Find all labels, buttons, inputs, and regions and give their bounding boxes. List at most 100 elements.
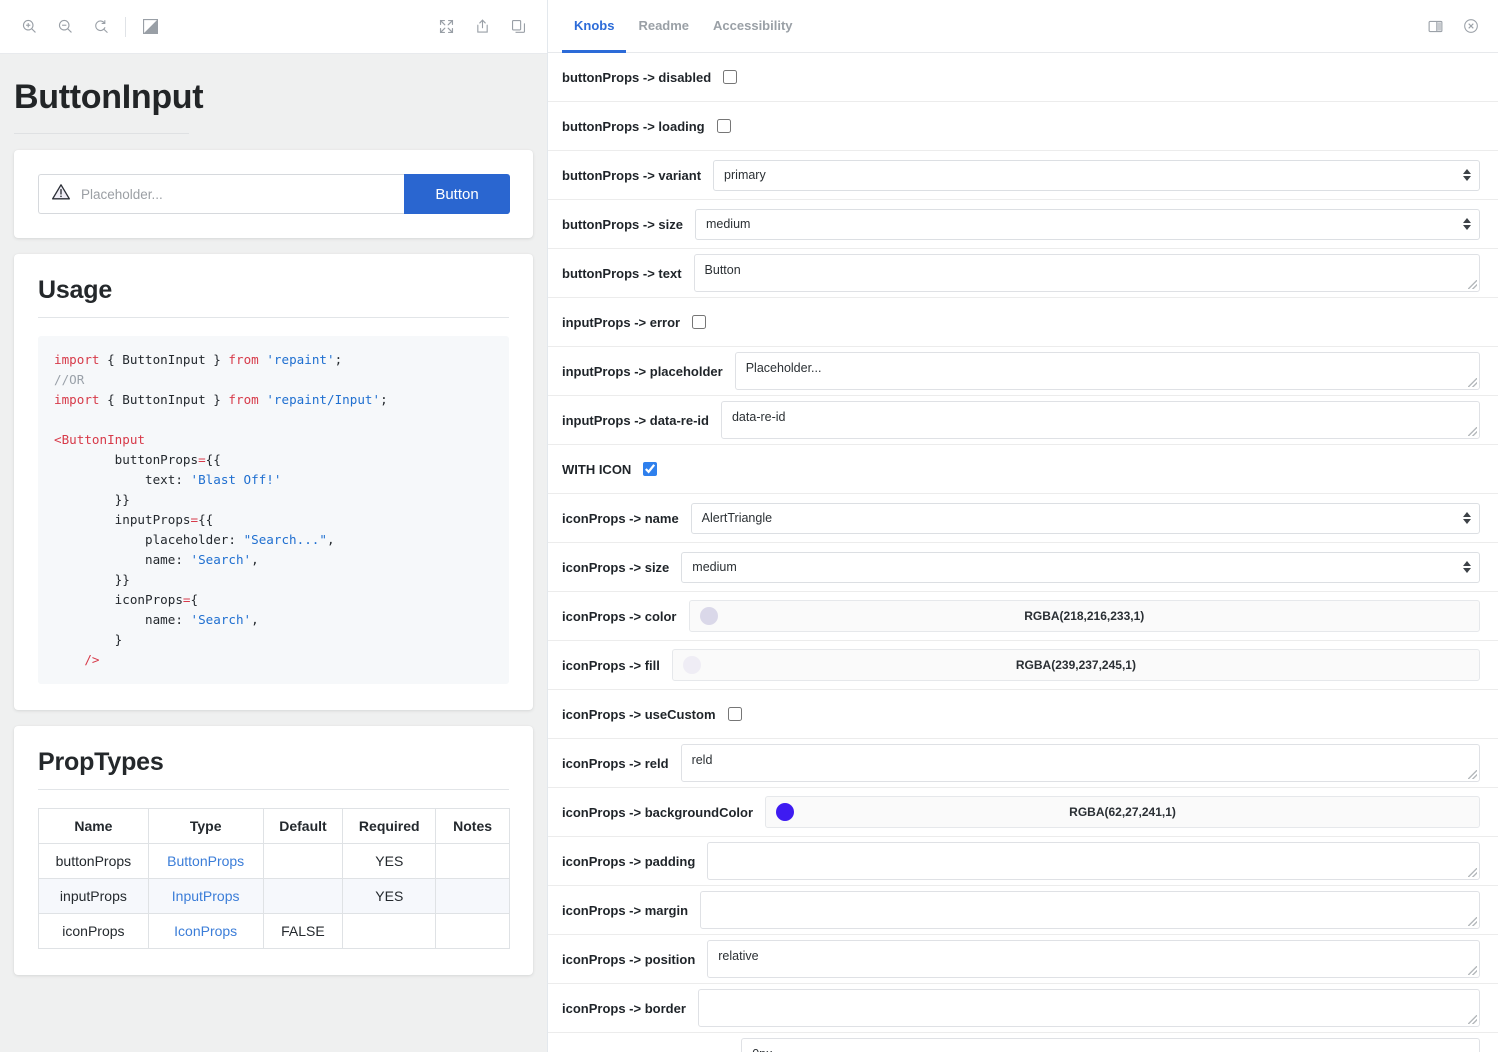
- knob-color-picker[interactable]: RGBA(62,27,241,1): [765, 796, 1480, 828]
- column-header-required: Required: [342, 808, 437, 844]
- knob-select-value: AlertTriangle: [701, 511, 773, 525]
- knob-label: iconProps -> fill: [562, 657, 660, 673]
- knob-control: data-re-id: [720, 401, 1480, 439]
- cell-type-link[interactable]: IconProps: [147, 913, 264, 949]
- tab-knobs[interactable]: Knobs: [562, 0, 627, 53]
- knob-label: iconProps -> backgroundColor: [562, 804, 754, 820]
- knob-label: buttonProps -> variant: [562, 167, 702, 183]
- knob-textarea[interactable]: Placeholder...: [734, 352, 1480, 390]
- knob-textarea[interactable]: data-re-id: [720, 401, 1480, 439]
- zoom-in-icon[interactable]: [14, 12, 44, 42]
- background-contrast-icon[interactable]: [135, 12, 165, 42]
- knob-checkbox[interactable]: [727, 707, 742, 721]
- knob-control: [643, 462, 658, 476]
- knob-label: iconProps -> border: [562, 1000, 686, 1016]
- knob-select[interactable]: medium: [694, 208, 1480, 240]
- knob-select[interactable]: primary: [713, 159, 1480, 191]
- column-header-default: Default: [262, 808, 344, 844]
- table-row: inputProps InputProps YES: [38, 878, 510, 914]
- addons-panel: Knobs Readme Accessibility buttonProps -…: [548, 0, 1498, 1052]
- proptypes-table: Name Type Default Required Notes buttonP…: [38, 808, 510, 949]
- open-external-icon[interactable]: [467, 12, 497, 42]
- zoom-reset-icon[interactable]: [86, 12, 116, 42]
- knob-control: [723, 70, 738, 84]
- preview-body: ButtonInput Placeholder... Button Usage …: [0, 54, 547, 1052]
- cell-required: YES: [342, 843, 437, 879]
- preview-pane: ButtonInput Placeholder... Button Usage …: [0, 0, 548, 1052]
- color-swatch[interactable]: [776, 803, 795, 821]
- toolbar-divider: [125, 16, 126, 37]
- copy-link-icon[interactable]: [503, 12, 533, 42]
- tab-spacer: [805, 0, 1422, 52]
- knob-row: iconProps -> backgroundColor RGBA(62,27,2…: [548, 788, 1498, 837]
- knob-textarea[interactable]: [707, 842, 1480, 880]
- proptypes-section: PropTypes Name Type Default Required Not…: [14, 726, 533, 975]
- knob-checkbox[interactable]: [692, 315, 707, 329]
- usage-code: import { ButtonInput } from 'repaint'; /…: [54, 352, 388, 667]
- knob-row: buttonProps -> text Button: [548, 249, 1498, 298]
- knob-label: buttonProps -> size: [562, 216, 683, 232]
- color-value-label: RGBA(218,216,233,1): [1024, 609, 1145, 623]
- knob-textarea[interactable]: [697, 989, 1480, 1027]
- knob-row: inputProps -> placeholder Placeholder...: [548, 347, 1498, 396]
- usage-code-block: import { ButtonInput } from 'repaint'; /…: [38, 336, 509, 684]
- knob-textarea[interactable]: reld: [680, 744, 1480, 782]
- panel-position-icon[interactable]: [1422, 13, 1448, 39]
- chevron-updown-icon: [1463, 218, 1471, 230]
- proptypes-heading: PropTypes: [38, 748, 164, 776]
- knob-control: [716, 119, 731, 133]
- preview-submit-button[interactable]: Button: [404, 174, 510, 214]
- cell-type-link[interactable]: ButtonProps: [147, 843, 264, 879]
- knob-label: iconProps -> size: [562, 559, 670, 575]
- tab-accessibility[interactable]: Accessibility: [701, 0, 805, 53]
- cell-name: inputProps: [38, 878, 149, 914]
- knob-color-picker[interactable]: RGBA(239,237,245,1): [671, 649, 1480, 681]
- knob-textarea[interactable]: Button: [693, 254, 1480, 292]
- knob-label: iconProps -> padding: [562, 853, 696, 869]
- chevron-updown-icon: [1463, 169, 1471, 181]
- chevron-updown-icon: [1463, 512, 1471, 524]
- knob-label: iconProps -> color: [562, 608, 677, 624]
- knobs-list: buttonProps -> disabled buttonProps -> lo…: [548, 53, 1498, 1052]
- cell-notes: [435, 843, 510, 879]
- cell-default: [262, 878, 344, 914]
- fullscreen-icon[interactable]: [431, 12, 461, 42]
- table-row: iconProps IconProps FALSE: [38, 913, 510, 949]
- knob-control: [697, 989, 1480, 1027]
- knob-label: inputProps -> data-re-id: [562, 412, 709, 428]
- knob-color-picker[interactable]: RGBA(218,216,233,1): [688, 600, 1480, 632]
- panel-action-group: [1422, 0, 1484, 52]
- knob-control: 0px: [741, 1038, 1480, 1052]
- preview-input-placeholder: Placeholder...: [81, 186, 163, 202]
- knob-textarea[interactable]: relative: [707, 940, 1480, 978]
- zoom-out-icon[interactable]: [50, 12, 80, 42]
- knob-label: iconProps -> name: [562, 510, 679, 526]
- chevron-updown-icon: [1463, 561, 1471, 573]
- table-header-row: Name Type Default Required Notes: [38, 808, 510, 844]
- knob-select-value: medium: [705, 217, 751, 231]
- page-title: ButtonInput: [14, 78, 204, 116]
- knob-checkbox[interactable]: [723, 70, 738, 84]
- cell-required: YES: [342, 878, 437, 914]
- preview-input-field[interactable]: Placeholder...: [38, 174, 404, 214]
- knob-checkbox[interactable]: [643, 462, 658, 476]
- knob-row: iconProps -> useCustom: [548, 690, 1498, 739]
- color-swatch[interactable]: [699, 607, 718, 625]
- tab-readme[interactable]: Readme: [626, 0, 701, 53]
- knob-textarea[interactable]: [700, 891, 1480, 929]
- cell-type-link[interactable]: InputProps: [147, 878, 264, 914]
- preview-actions: [431, 12, 533, 42]
- knob-control: [707, 842, 1480, 880]
- column-header-name: Name: [38, 808, 149, 844]
- cell-default: FALSE: [262, 913, 344, 949]
- knob-checkbox[interactable]: [716, 119, 731, 133]
- color-swatch[interactable]: [682, 656, 701, 674]
- knob-row: iconProps -> border: [548, 984, 1498, 1033]
- knob-label: iconProps -> useCustom: [562, 706, 716, 722]
- knob-textarea[interactable]: 0px: [741, 1038, 1480, 1052]
- close-panel-icon[interactable]: [1458, 13, 1484, 39]
- usage-heading: Usage: [38, 276, 113, 304]
- knob-label: WITH ICON: [562, 461, 632, 477]
- knob-select[interactable]: medium: [681, 551, 1480, 583]
- knob-select[interactable]: AlertTriangle: [690, 502, 1480, 534]
